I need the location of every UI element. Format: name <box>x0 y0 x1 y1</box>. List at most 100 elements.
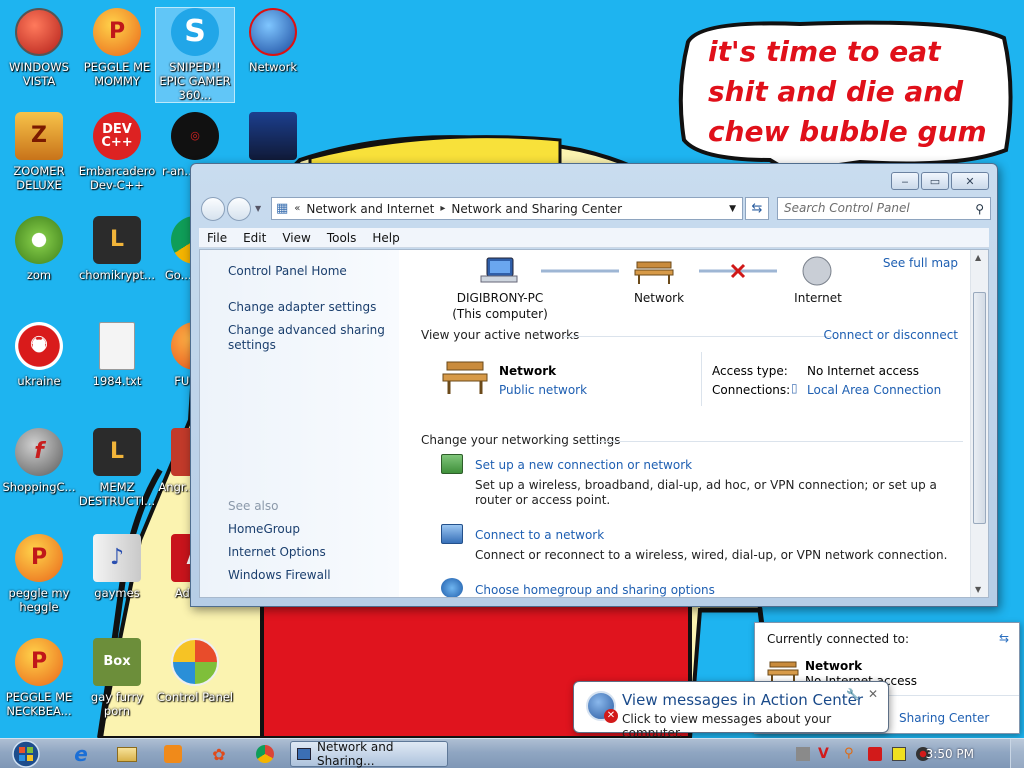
windows-firewall-link[interactable]: Windows Firewall <box>228 568 388 583</box>
internet-node-label[interactable]: Internet <box>773 290 863 306</box>
desktop-icon-sniped[interactable]: S SNIPED!! EPIC GAMER 360... <box>155 7 235 103</box>
desktop-icon-zoomer-deluxe[interactable]: Z ZOOMER DELUXE <box>0 112 78 192</box>
control-panel-home-link[interactable]: Control Panel Home <box>228 264 388 279</box>
forward-button[interactable] <box>227 197 251 221</box>
address-bar[interactable]: ▦ « Network and Internet ▸ Network and S… <box>271 197 743 220</box>
maximize-button[interactable]: ▭ <box>921 172 949 190</box>
desktop-icon-network[interactable]: Network <box>234 8 312 74</box>
desktop-icon-gaymes[interactable]: ♪ gaymes <box>78 534 156 600</box>
recent-pages-chevron-icon[interactable]: ▼ <box>255 204 261 213</box>
homegroup-link[interactable]: HomeGroup <box>228 522 388 537</box>
taskbar-clock[interactable]: 3:50 PM <box>926 747 974 761</box>
access-type-value: No Internet access <box>807 364 920 378</box>
scroll-down-arrow-icon[interactable]: ▼ <box>975 585 981 594</box>
network-sharing-center-window[interactable]: ‒ ▭ ✕ ▼ ▦ « Network and Internet ▸ Netwo… <box>190 163 998 607</box>
vista-orb-icon <box>15 8 63 56</box>
desktop-icon-gay-furry-porn[interactable]: Box gay furry porn <box>78 638 156 718</box>
vertical-scrollbar[interactable]: ▲ ▼ <box>970 250 988 597</box>
flyout-network-name: Network <box>805 659 863 673</box>
desktop-icon-peggle-me-mommy[interactable]: P PEGGLE ME MOMMY <box>78 8 156 88</box>
connect-network-icon <box>441 524 463 544</box>
minimize-button[interactable]: ‒ <box>891 172 919 190</box>
desktop-icon-control-panel[interactable]: Control Panel <box>156 638 234 704</box>
control-panel-icon <box>171 638 219 686</box>
computer-node-label[interactable]: DIGIBRONY-PC (This computer) <box>435 290 565 322</box>
connect-network-link[interactable]: Connect to a network <box>475 528 604 542</box>
search-input[interactable]: Search Control Panel ⚲ <box>777 197 991 220</box>
desktop-icon-embarcadero-dev-cpp[interactable]: DEV C++ Embarcadero Dev-C++ <box>78 112 156 192</box>
flower-icon <box>15 216 63 264</box>
local-area-connection-link[interactable]: Local Area Connection <box>807 383 941 397</box>
menu-file[interactable]: File <box>199 231 235 245</box>
tray-network-icon[interactable] <box>892 747 906 761</box>
task-pane: Control Panel Home Change adapter settin… <box>200 250 399 597</box>
show-desktop-button[interactable] <box>1010 739 1024 768</box>
internet-options-link[interactable]: Internet Options <box>228 545 388 560</box>
window-controls: ‒ ▭ ✕ <box>891 172 989 190</box>
action-center-tray-icon[interactable] <box>868 747 882 761</box>
scroll-up-arrow-icon[interactable]: ▲ <box>975 253 981 262</box>
radiation-icon: ☢ <box>15 322 63 370</box>
connect-disconnect-link[interactable]: Connect or disconnect <box>823 328 958 342</box>
desktop-icon-label: Network <box>248 60 298 74</box>
internet-explorer-taskbar-icon[interactable]: e <box>62 741 100 767</box>
monitor-icon <box>249 112 297 160</box>
menu-tools[interactable]: Tools <box>319 231 365 245</box>
network-node-label[interactable]: Network <box>614 290 704 306</box>
tray-search-icon[interactable]: ⚲ <box>844 747 858 761</box>
close-button[interactable]: ✕ <box>951 172 989 190</box>
desktop-icon-ukraine[interactable]: ☢ ukraine <box>0 322 78 388</box>
text-file-icon <box>99 322 135 370</box>
desktop-icon-zom[interactable]: zom <box>0 216 78 282</box>
tray-app-icon[interactable] <box>796 747 810 761</box>
close-icon[interactable]: ✕ <box>868 687 878 701</box>
paint-taskbar-icon[interactable]: ✿ <box>200 741 238 767</box>
desktop-icon-label: ZOOMER DELUXE <box>13 164 65 192</box>
flyout-header: Currently connected to: <box>767 632 910 646</box>
menu-help[interactable]: Help <box>364 231 407 245</box>
chrome-taskbar-icon[interactable] <box>246 741 284 767</box>
balloon-title: View messages in Action Center <box>622 691 864 709</box>
taskbar-item-network-sharing[interactable]: Network and Sharing... <box>290 740 448 768</box>
setup-connection-link[interactable]: Set up a new connection or network <box>475 458 692 472</box>
breadcrumb-separator-icon[interactable]: ▸ <box>440 203 445 214</box>
window-content: Control Panel Home Change adapter settin… <box>199 249 989 598</box>
breadcrumb-overflow-icon[interactable]: « <box>294 203 300 214</box>
desktop-icon-1984-txt[interactable]: 1984.txt <box>78 322 156 388</box>
address-dropdown-icon[interactable]: ▼ <box>729 204 736 214</box>
desktop-icon-chomikrypt[interactable]: L chomikrypt... <box>78 216 156 282</box>
desktop-icon-memz-destructi[interactable]: L MEMZ DESTRUCTI... <box>78 428 156 508</box>
desktop-icon-label: WINDOWS VISTA <box>9 60 69 88</box>
wrench-icon[interactable]: 🔧 <box>846 688 860 701</box>
back-button[interactable] <box>201 197 225 221</box>
open-sharing-center-link[interactable]: Sharing Center <box>899 711 989 725</box>
search-icon[interactable]: ⚲ <box>975 202 984 216</box>
network-type-link[interactable]: Public network <box>499 383 587 397</box>
desktop-icon-peggle-me-neckbea[interactable]: P PEGGLE ME NECKBEA... <box>0 638 78 718</box>
see-full-map-link[interactable]: See full map <box>883 256 958 270</box>
setup-connection-desc: Set up a wireless, broadband, dial-up, a… <box>475 478 937 507</box>
explorer-folder-taskbar-icon[interactable] <box>108 741 146 767</box>
media-player-taskbar-icon[interactable] <box>154 741 192 767</box>
ethernet-icon: ▯ <box>791 381 798 395</box>
refresh-button[interactable]: ⇆ <box>745 197 769 220</box>
desktop-icon-monitor[interactable] <box>234 112 312 164</box>
change-advanced-sharing-link[interactable]: Change advanced sharing settings <box>228 323 388 353</box>
computer-sub: (This computer) <box>452 307 548 321</box>
action-center-balloon[interactable]: ✕ View messages in Action Center Click t… <box>573 681 889 740</box>
computer-icon <box>480 257 518 283</box>
refresh-icon[interactable]: ⇆ <box>999 631 1009 645</box>
desktop-icon-shoppingc[interactable]: f ShoppingC... <box>0 428 78 494</box>
start-button[interactable] <box>8 739 44 768</box>
breadcrumb-network-and-internet[interactable]: Network and Internet <box>306 202 434 216</box>
menu-view[interactable]: View <box>274 231 318 245</box>
change-adapter-settings-link[interactable]: Change adapter settings <box>228 300 388 315</box>
scrollbar-thumb[interactable] <box>973 292 986 524</box>
desktop-icon-windows-vista[interactable]: WINDOWS VISTA <box>0 8 78 88</box>
homegroup-options-link[interactable]: Choose homegroup and sharing options <box>475 583 715 597</box>
tray-v-icon[interactable]: V <box>818 747 832 761</box>
desktop-icon-peggle-my-heggle[interactable]: P peggle my heggle <box>0 534 78 614</box>
breadcrumb-network-sharing-center[interactable]: Network and Sharing Center <box>451 202 622 216</box>
menu-edit[interactable]: Edit <box>235 231 274 245</box>
peggle-icon: P <box>15 534 63 582</box>
